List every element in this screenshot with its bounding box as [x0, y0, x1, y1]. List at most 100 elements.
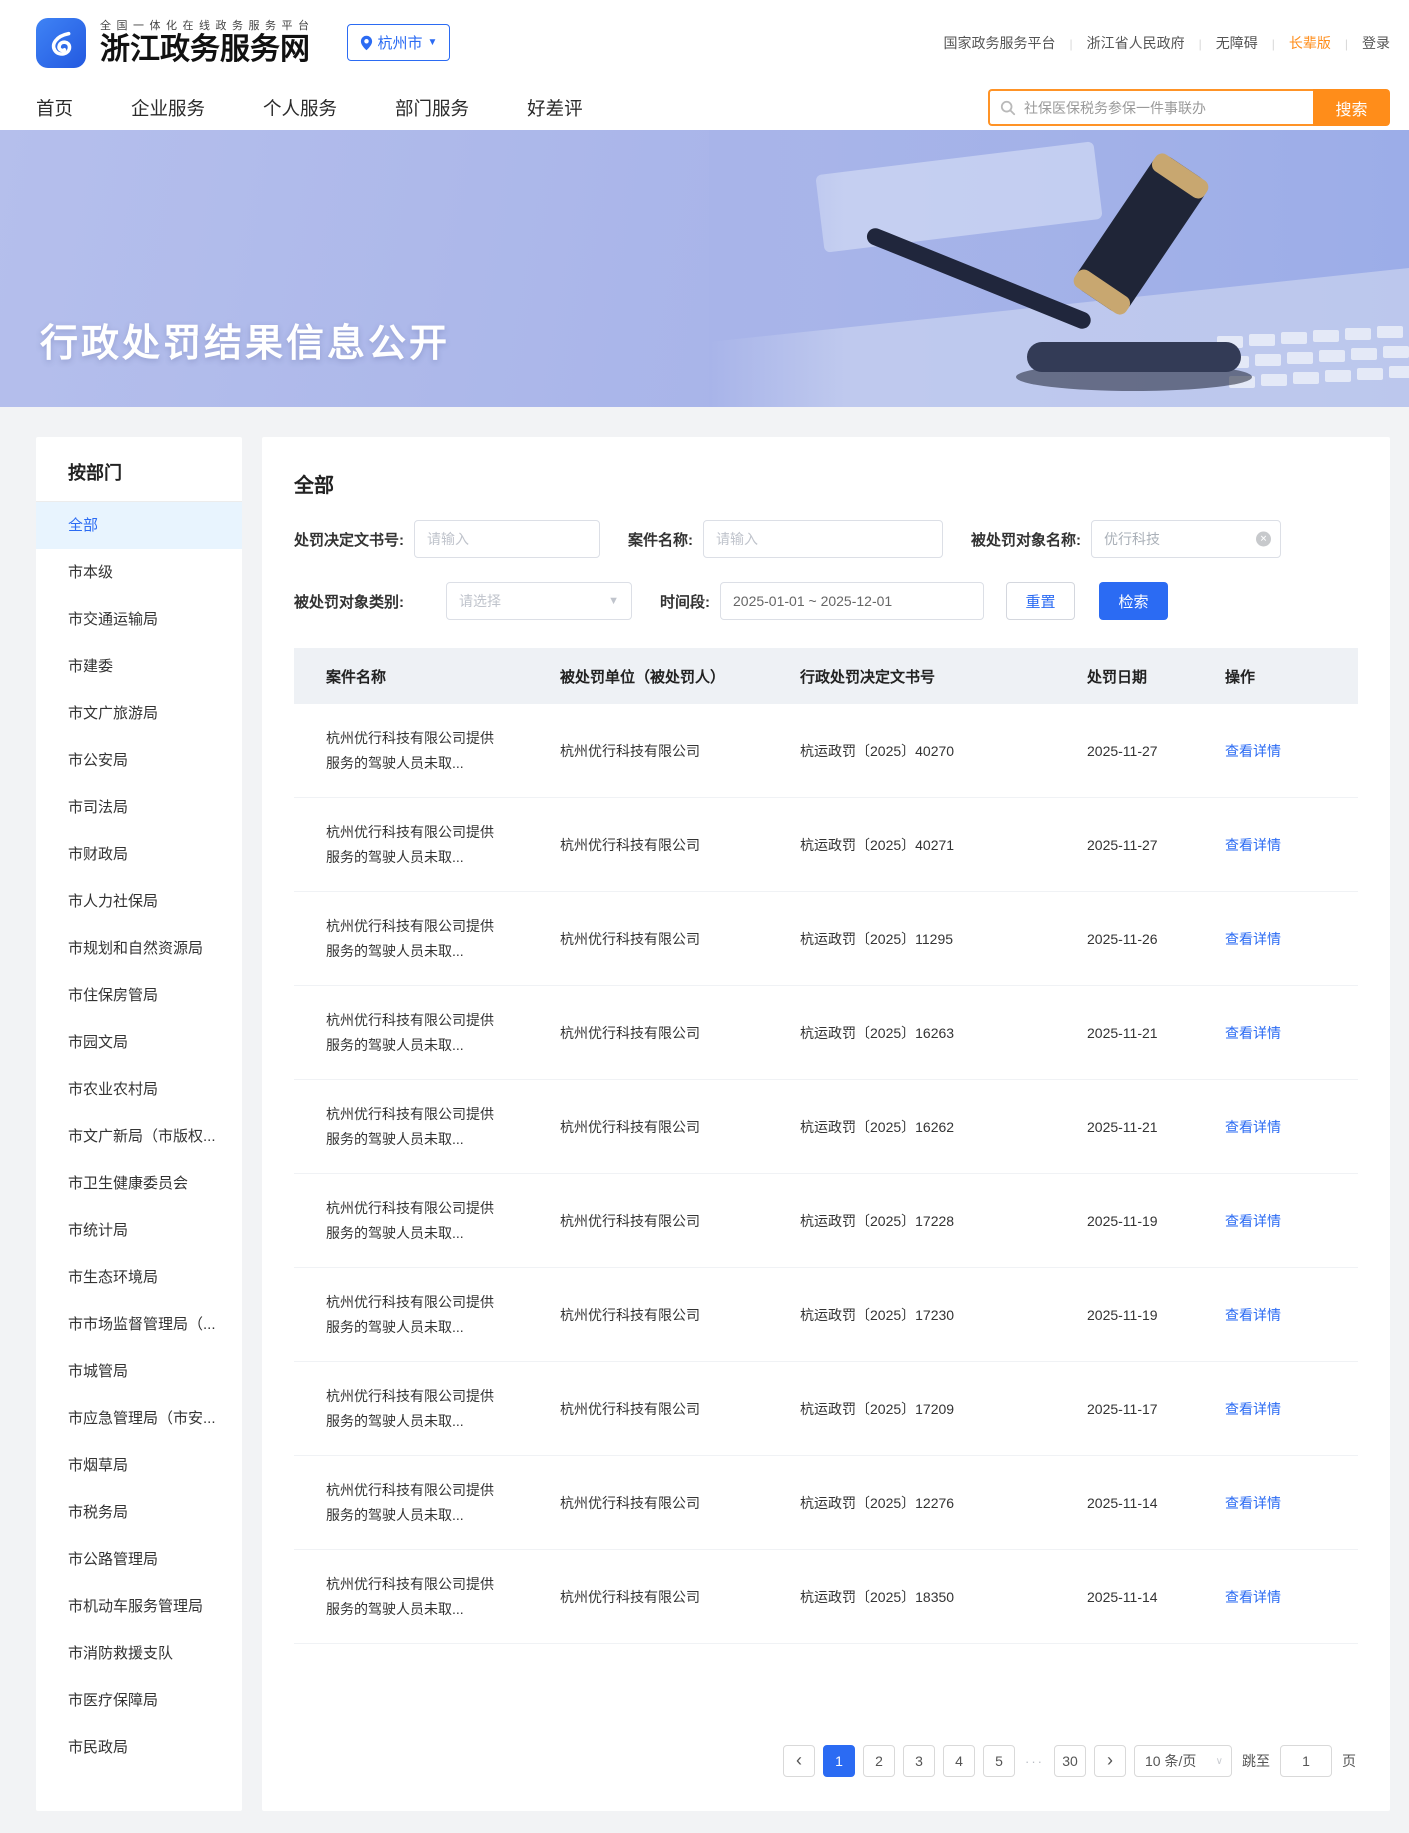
- sidebar-item[interactable]: 市农业农村局: [36, 1066, 242, 1113]
- sidebar-item[interactable]: 市规划和自然资源局: [36, 925, 242, 972]
- sidebar-item[interactable]: 全部: [36, 502, 242, 549]
- top-link[interactable]: 无障碍: [1185, 33, 1258, 53]
- doc-no-label: 处罚决定文书号:: [294, 529, 404, 550]
- target-type-select[interactable]: 请选择 ▼: [446, 582, 632, 620]
- view-detail-link[interactable]: 查看详情: [1225, 1119, 1281, 1135]
- jump-page-input[interactable]: [1280, 1745, 1332, 1777]
- penalty-date-cell: 2025-11-21: [1055, 1025, 1193, 1041]
- sidebar-item[interactable]: 市卫生健康委员会: [36, 1160, 242, 1207]
- case-name-cell: 杭州优行科技有限公司提供服务的驾驶人员未取...: [326, 1196, 498, 1245]
- table-column-header: 案件名称: [294, 666, 528, 687]
- sidebar-item[interactable]: 市医疗保障局: [36, 1677, 242, 1724]
- view-detail-link[interactable]: 查看详情: [1225, 1307, 1281, 1323]
- nav-item[interactable]: 首页: [36, 95, 73, 121]
- sidebar-item[interactable]: 市文广新局（市版权...: [36, 1113, 242, 1160]
- table-column-header: 处罚日期: [1055, 666, 1193, 687]
- case-name-cell: 杭州优行科技有限公司提供服务的驾驶人员未取...: [326, 1290, 498, 1339]
- sidebar-item[interactable]: 市生态环境局: [36, 1254, 242, 1301]
- filter-row-1: 处罚决定文书号: 案件名称: 被处罚对象名称: ✕: [294, 520, 1358, 558]
- search-input[interactable]: [1024, 100, 1303, 116]
- sidebar-item[interactable]: 市园文局: [36, 1019, 242, 1066]
- table-row: 杭州优行科技有限公司提供服务的驾驶人员未取... 杭州优行科技有限公司 杭运政罚…: [294, 892, 1358, 986]
- target-type-placeholder: 请选择: [459, 591, 501, 611]
- top-link[interactable]: 登录: [1331, 33, 1390, 53]
- sidebar-item[interactable]: 市统计局: [36, 1207, 242, 1254]
- nav-item[interactable]: 部门服务: [395, 95, 469, 121]
- decision-doc-no-cell: 杭运政罚〔2025〕17209: [768, 1399, 1055, 1419]
- sidebar-item[interactable]: 市公路管理局: [36, 1536, 242, 1583]
- city-selector[interactable]: 杭州市 ▼: [347, 24, 451, 61]
- view-detail-link[interactable]: 查看详情: [1225, 1401, 1281, 1417]
- nav-item[interactable]: 企业服务: [131, 95, 205, 121]
- site-name: 浙江政务服务网: [100, 33, 315, 68]
- sidebar-item[interactable]: 市城管局: [36, 1348, 242, 1395]
- clear-icon[interactable]: ✕: [1256, 532, 1271, 547]
- top-link[interactable]: 国家政务服务平台: [944, 33, 1056, 53]
- target-name-input[interactable]: [1091, 520, 1281, 558]
- time-range-input[interactable]: [720, 582, 984, 620]
- page-button[interactable]: 3: [903, 1745, 935, 1777]
- page-button[interactable]: 5: [983, 1745, 1015, 1777]
- prev-page-button[interactable]: ‹: [783, 1745, 815, 1777]
- sidebar-item[interactable]: 市应急管理局（市安...: [36, 1395, 242, 1442]
- pagination: ‹ 12345 ··· 30 › 10 条/页 ∨ 跳至 页: [294, 1709, 1358, 1777]
- sidebar-item[interactable]: 市市场监督管理局（...: [36, 1301, 242, 1348]
- sidebar-item[interactable]: 市司法局: [36, 784, 242, 831]
- decision-doc-no-cell: 杭运政罚〔2025〕17230: [768, 1305, 1055, 1325]
- sidebar-item[interactable]: 市交通运输局: [36, 596, 242, 643]
- next-page-button[interactable]: ›: [1094, 1745, 1126, 1777]
- query-button[interactable]: 检索: [1099, 582, 1168, 620]
- sidebar-item[interactable]: 市建委: [36, 643, 242, 690]
- doc-no-input[interactable]: [414, 520, 600, 558]
- time-range-label: 时间段:: [660, 591, 710, 612]
- sidebar-item[interactable]: 市财政局: [36, 831, 242, 878]
- sidebar-item[interactable]: 市烟草局: [36, 1442, 242, 1489]
- sidebar-item[interactable]: 市住保房管局: [36, 972, 242, 1019]
- page-button[interactable]: 1: [823, 1745, 855, 1777]
- view-detail-link[interactable]: 查看详情: [1225, 931, 1281, 947]
- view-detail-link[interactable]: 查看详情: [1225, 1213, 1281, 1229]
- reset-button[interactable]: 重置: [1006, 582, 1075, 620]
- chevron-down-icon: ▼: [608, 595, 619, 607]
- sidebar-item[interactable]: 市公安局: [36, 737, 242, 784]
- table-row: 杭州优行科技有限公司提供服务的驾驶人员未取... 杭州优行科技有限公司 杭运政罚…: [294, 1174, 1358, 1268]
- site-logo-icon[interactable]: [36, 18, 86, 68]
- page-button[interactable]: 4: [943, 1745, 975, 1777]
- penalty-date-cell: 2025-11-21: [1055, 1119, 1193, 1135]
- punished-unit-cell: 杭州优行科技有限公司: [528, 1211, 768, 1231]
- punished-unit-cell: 杭州优行科技有限公司: [528, 1023, 768, 1043]
- nav-item[interactable]: 好差评: [527, 95, 583, 121]
- table-row: 杭州优行科技有限公司提供服务的驾驶人员未取... 杭州优行科技有限公司 杭运政罚…: [294, 1456, 1358, 1550]
- sidebar-item[interactable]: 市民政局: [36, 1724, 242, 1771]
- top-link[interactable]: 长辈版: [1258, 33, 1331, 53]
- sidebar-item[interactable]: 市人力社保局: [36, 878, 242, 925]
- case-name-input[interactable]: [703, 520, 943, 558]
- view-detail-link[interactable]: 查看详情: [1225, 743, 1281, 759]
- page-size-select[interactable]: 10 条/页 ∨: [1134, 1745, 1232, 1777]
- target-name-label: 被处罚对象名称:: [971, 529, 1081, 550]
- page-button[interactable]: 2: [863, 1745, 895, 1777]
- search-button[interactable]: 搜索: [1313, 89, 1390, 126]
- main-panel: 全部 处罚决定文书号: 案件名称: 被处罚对象名称: ✕ 被处罚对象类别:: [262, 437, 1390, 1811]
- sidebar-item[interactable]: 市税务局: [36, 1489, 242, 1536]
- last-page-button[interactable]: 30: [1054, 1745, 1086, 1777]
- penalty-date-cell: 2025-11-19: [1055, 1307, 1193, 1323]
- sidebar-item[interactable]: 市文广旅游局: [36, 690, 242, 737]
- punished-unit-cell: 杭州优行科技有限公司: [528, 835, 768, 855]
- table-row: 杭州优行科技有限公司提供服务的驾驶人员未取... 杭州优行科技有限公司 杭运政罚…: [294, 1362, 1358, 1456]
- sidebar-item[interactable]: 市消防救援支队: [36, 1630, 242, 1677]
- top-link[interactable]: 浙江省人民政府: [1056, 33, 1185, 53]
- punished-unit-cell: 杭州优行科技有限公司: [528, 741, 768, 761]
- view-detail-link[interactable]: 查看详情: [1225, 837, 1281, 853]
- sidebar-item[interactable]: 市本级: [36, 549, 242, 596]
- view-detail-link[interactable]: 查看详情: [1225, 1025, 1281, 1041]
- view-detail-link[interactable]: 查看详情: [1225, 1495, 1281, 1511]
- table-row: 杭州优行科技有限公司提供服务的驾驶人员未取... 杭州优行科技有限公司 杭运政罚…: [294, 704, 1358, 798]
- decision-doc-no-cell: 杭运政罚〔2025〕40271: [768, 835, 1055, 855]
- view-detail-link[interactable]: 查看详情: [1225, 1589, 1281, 1605]
- chevron-down-icon: ∨: [1216, 1756, 1223, 1767]
- sidebar-item[interactable]: 市机动车服务管理局: [36, 1583, 242, 1630]
- nav-item[interactable]: 个人服务: [263, 95, 337, 121]
- penalty-date-cell: 2025-11-27: [1055, 743, 1193, 759]
- table-row: 杭州优行科技有限公司提供服务的驾驶人员未取... 杭州优行科技有限公司 杭运政罚…: [294, 1080, 1358, 1174]
